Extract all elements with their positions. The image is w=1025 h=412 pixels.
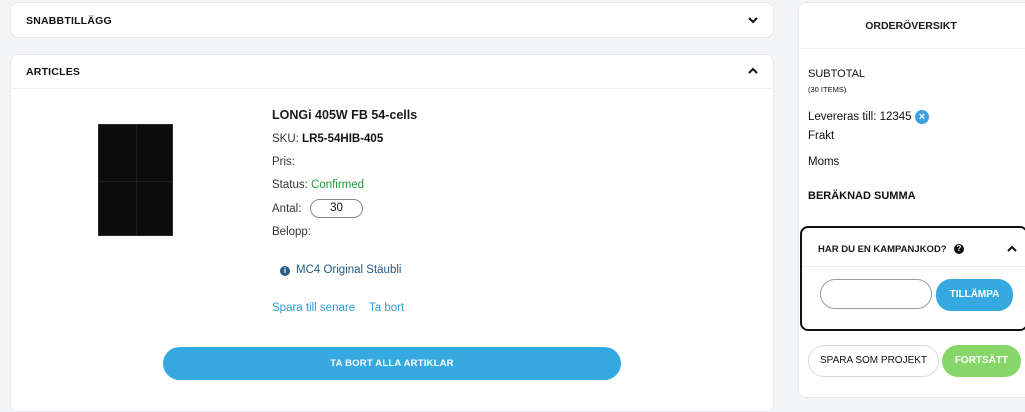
continue-button[interactable]: FORTSÄTT	[942, 345, 1021, 377]
sku-label: SKU:	[272, 133, 299, 145]
remove-link[interactable]: Ta bort	[369, 302, 404, 314]
campaign-code-title: HAR DU EN KAMPANJKOD?	[818, 244, 947, 255]
status-value: Confirmed	[311, 179, 365, 191]
articles-divider	[10, 88, 774, 89]
save-for-later-link[interactable]: Spara till senare	[272, 302, 355, 314]
subtotal-label: SUBTOTAL	[808, 68, 866, 80]
apply-button[interactable]: TILLÄMPA	[936, 279, 1013, 311]
chevron-up-icon[interactable]	[1006, 243, 1018, 255]
shipping-label: Frakt	[808, 130, 835, 142]
product-image	[98, 124, 173, 236]
tax-label: Moms	[808, 156, 840, 168]
amount-label: Belopp:	[272, 226, 312, 238]
product-name: LONGi 405W FB 54-cells	[272, 108, 418, 122]
campaign-divider	[802, 266, 1025, 267]
estimated-total-label: BERÄKNAD SUMMA	[808, 190, 916, 202]
remove-all-button[interactable]: TA BORT ALLA ARTIKLAR	[163, 347, 621, 380]
quantity-input[interactable]: 30	[310, 199, 363, 218]
save-as-project-button[interactable]: SPARA SOM PROJEKT	[808, 345, 939, 377]
x-circle-icon[interactable]: ×	[915, 110, 929, 124]
qty-label: Antal:	[272, 203, 302, 215]
quick-add-title: SNABBTILLÄGG	[26, 15, 112, 27]
product-price-label: Pris:	[272, 156, 295, 168]
product-status: Status: Confirmed	[272, 179, 364, 191]
sku-value: LR5-54HIB-405	[302, 133, 384, 145]
summary-divider	[798, 48, 1025, 49]
campaign-code-input[interactable]	[820, 279, 932, 309]
help-icon[interactable]: ?	[954, 244, 964, 254]
quick-add-accordion[interactable]	[10, 2, 774, 38]
product-sku: SKU: LR5-54HIB-405	[272, 133, 383, 145]
articles-title: ARTICLES	[26, 66, 81, 78]
chevron-down-icon[interactable]	[747, 14, 759, 26]
info-icon: i	[280, 266, 290, 276]
items-count: (30 ITEMS)	[808, 85, 847, 94]
deliver-to: Levereras till: 12345	[808, 111, 912, 123]
order-summary-title: ORDERÖVERSIKT	[865, 20, 957, 32]
addon-mc4-link[interactable]: MC4 Original Stäubli	[296, 264, 401, 276]
chevron-up-icon[interactable]	[747, 65, 759, 77]
status-label: Status:	[272, 179, 308, 191]
